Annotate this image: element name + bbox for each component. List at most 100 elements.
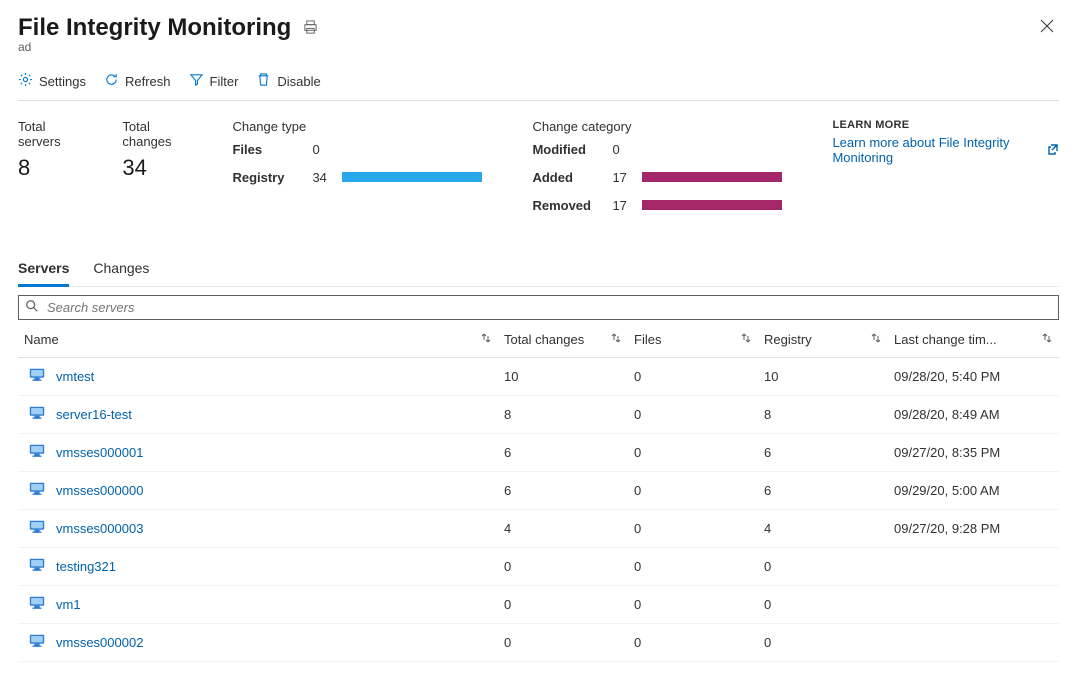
vm-icon <box>28 442 46 463</box>
col-header-name[interactable]: Name <box>18 322 498 358</box>
cell-files: 0 <box>628 396 758 434</box>
vm-icon <box>28 480 46 501</box>
change-category-header: Change category <box>532 119 792 134</box>
vm-icon <box>28 556 46 577</box>
sort-icon <box>610 332 622 347</box>
table-row[interactable]: vmsses00000060609/29/20, 5:00 AM <box>18 472 1059 510</box>
search-box[interactable] <box>18 295 1059 320</box>
cell-time: 09/29/20, 5:00 AM <box>888 472 1059 510</box>
gear-icon <box>18 72 33 90</box>
metric-bar <box>642 200 782 210</box>
print-icon[interactable] <box>303 14 318 42</box>
cell-registry: 8 <box>758 396 888 434</box>
disable-label: Disable <box>277 74 320 89</box>
cell-registry: 4 <box>758 510 888 548</box>
settings-button[interactable]: Settings <box>18 72 86 90</box>
metric-name: Removed <box>532 198 612 213</box>
table-row[interactable]: vmsses00000340409/27/20, 9:28 PM <box>18 510 1059 548</box>
search-icon <box>25 299 39 316</box>
filter-label: Filter <box>210 74 239 89</box>
cell-registry: 10 <box>758 358 888 396</box>
refresh-button[interactable]: Refresh <box>104 72 171 90</box>
cell-total: 8 <box>498 396 628 434</box>
col-header-registry[interactable]: Registry <box>758 322 888 358</box>
server-name-link[interactable]: vmsses000002 <box>56 635 143 650</box>
cell-total: 0 <box>498 586 628 624</box>
stat-total-servers: Total servers 8 <box>18 119 82 224</box>
metric-name: Added <box>532 170 612 185</box>
settings-label: Settings <box>39 74 86 89</box>
refresh-icon <box>104 72 119 90</box>
close-button[interactable] <box>1035 14 1059 41</box>
cell-files: 0 <box>628 358 758 396</box>
trash-icon <box>256 72 271 90</box>
refresh-label: Refresh <box>125 74 171 89</box>
stat-value: 34 <box>122 155 192 181</box>
change-category-block: Change category Modified0Added17 Removed1… <box>532 119 792 224</box>
filter-icon <box>189 72 204 90</box>
server-name-link[interactable]: vmsses000001 <box>56 445 143 460</box>
cell-files: 0 <box>628 586 758 624</box>
filter-button[interactable]: Filter <box>189 72 239 90</box>
metric-bar <box>642 172 782 182</box>
metric-bar <box>642 144 782 154</box>
sort-icon <box>870 332 882 347</box>
vm-icon <box>28 404 46 425</box>
stat-label: Total servers <box>18 119 82 149</box>
sort-icon <box>480 332 492 347</box>
servers-table: Name Total changes Files Registry Last c… <box>18 322 1059 662</box>
server-name-link[interactable]: vm1 <box>56 597 81 612</box>
col-header-time[interactable]: Last change tim... <box>888 322 1059 358</box>
metric-name: Registry <box>232 170 312 185</box>
stat-value: 8 <box>18 155 82 181</box>
vm-icon <box>28 518 46 539</box>
cell-total: 6 <box>498 472 628 510</box>
server-name-link[interactable]: vmsses000003 <box>56 521 143 536</box>
table-row[interactable]: vmsses00000160609/27/20, 8:35 PM <box>18 434 1059 472</box>
metric-row: Removed17 <box>532 196 792 214</box>
cell-time <box>888 586 1059 624</box>
sort-icon <box>740 332 752 347</box>
server-name-link[interactable]: vmtest <box>56 369 94 384</box>
sort-icon <box>1041 332 1053 347</box>
change-type-header: Change type <box>232 119 492 134</box>
external-link-icon <box>1047 143 1059 158</box>
table-row[interactable]: server16-test80809/28/20, 8:49 AM <box>18 396 1059 434</box>
page-title: File Integrity Monitoring <box>18 14 318 42</box>
toolbar: Settings Refresh Filter Disable <box>18 72 1059 101</box>
cell-time: 09/27/20, 9:28 PM <box>888 510 1059 548</box>
vm-icon <box>28 632 46 653</box>
cell-time: 09/27/20, 8:35 PM <box>888 434 1059 472</box>
table-row[interactable]: vm1000 <box>18 586 1059 624</box>
server-name-link[interactable]: vmsses000000 <box>56 483 143 498</box>
cell-registry: 0 <box>758 624 888 662</box>
metric-bar <box>342 144 482 154</box>
col-header-total[interactable]: Total changes <box>498 322 628 358</box>
learn-more-text: Learn more about File Integrity Monitori… <box>832 135 1041 165</box>
cell-files: 0 <box>628 624 758 662</box>
tab-changes[interactable]: Changes <box>93 254 149 286</box>
table-row[interactable]: testing321000 <box>18 548 1059 586</box>
change-type-block: Change type Files0Registry34 <box>232 119 492 224</box>
metric-name: Modified <box>532 142 612 157</box>
cell-files: 0 <box>628 472 758 510</box>
col-header-files[interactable]: Files <box>628 322 758 358</box>
metric-value: 0 <box>612 142 642 157</box>
disable-button[interactable]: Disable <box>256 72 320 90</box>
metric-name: Files <box>232 142 312 157</box>
stat-label: Total changes <box>122 119 192 149</box>
server-name-link[interactable]: testing321 <box>56 559 116 574</box>
metric-value: 17 <box>612 170 642 185</box>
cell-total: 4 <box>498 510 628 548</box>
metric-row: Registry34 <box>232 168 492 186</box>
cell-time: 09/28/20, 8:49 AM <box>888 396 1059 434</box>
search-input[interactable] <box>45 299 1052 316</box>
table-row[interactable]: vmtest1001009/28/20, 5:40 PM <box>18 358 1059 396</box>
learn-more-link[interactable]: Learn more about File Integrity Monitori… <box>832 135 1059 165</box>
cell-total: 0 <box>498 624 628 662</box>
cell-time <box>888 548 1059 586</box>
metric-value: 34 <box>312 170 342 185</box>
server-name-link[interactable]: server16-test <box>56 407 132 422</box>
table-row[interactable]: vmsses000002000 <box>18 624 1059 662</box>
tab-servers[interactable]: Servers <box>18 254 69 287</box>
